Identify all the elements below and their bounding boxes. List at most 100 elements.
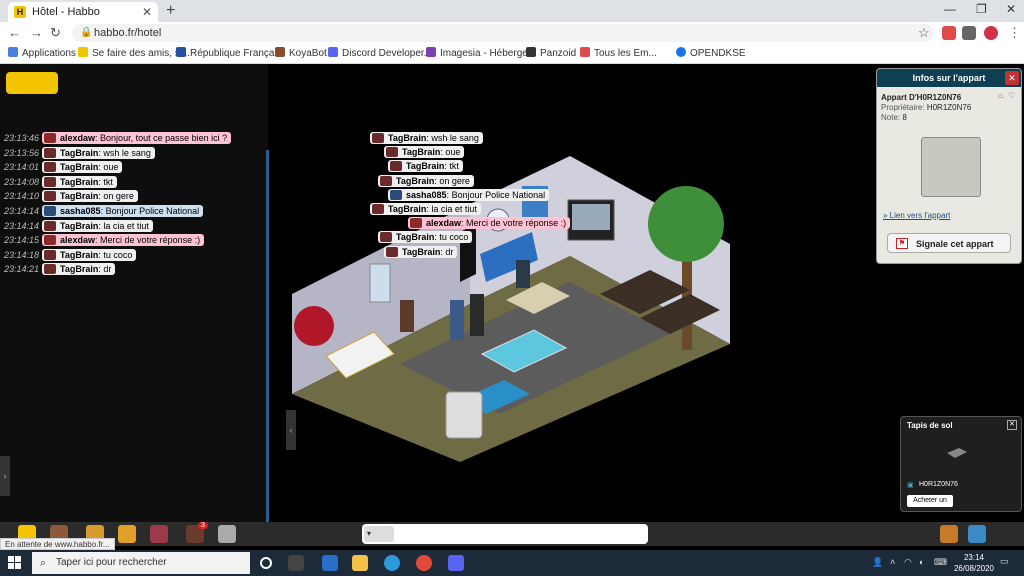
tray-chevron-icon[interactable]: ˄ xyxy=(890,557,895,567)
bookmark-item[interactable]: Tous les Em... xyxy=(580,47,657,59)
notification-badge: 3 xyxy=(198,522,208,529)
user-avatar-icon xyxy=(390,161,402,172)
chatlog-collapse-icon[interactable]: › xyxy=(0,456,10,496)
panzoid-icon xyxy=(526,47,536,57)
chat-bubble[interactable]: TagBrain: tkt xyxy=(42,175,117,188)
furni-owner[interactable]: H0R1Z0N76 xyxy=(919,481,958,488)
minimize-icon[interactable]: — xyxy=(944,2,956,16)
chat-bubble[interactable]: TagBrain: on gere xyxy=(42,190,138,203)
chatlog-line: 23:14:18 TagBrain: tu coco xyxy=(0,248,260,262)
volume-icon[interactable]: ◖ xyxy=(918,557,923,567)
reload-icon[interactable]: ↻ xyxy=(50,25,61,41)
chatlog-line: 23:14:15 alexdaw: Merci de votre réponse … xyxy=(0,234,260,247)
forward-icon[interactable]: → xyxy=(30,25,43,40)
room-scene[interactable] xyxy=(270,64,870,522)
chat-style-selector[interactable]: ▾ xyxy=(364,526,394,542)
bookmark-item[interactable]: Panzoid xyxy=(526,47,576,59)
notification-center-icon[interactable]: ▭ xyxy=(1000,556,1009,567)
chatlog-scrollbar[interactable] xyxy=(266,150,269,522)
chat-input-field[interactable]: ▾ xyxy=(362,524,648,544)
room-chat-bubble[interactable]: sasha085: Bonjour Police National xyxy=(388,188,550,201)
room-chat-bubble[interactable]: TagBrain: wsh le sang xyxy=(370,132,483,144)
chat-text: wsh le sang xyxy=(103,147,151,158)
red-plant xyxy=(294,306,334,346)
close-window-icon[interactable]: ✕ xyxy=(1006,2,1016,16)
inventory-icon[interactable] xyxy=(150,525,168,543)
chatlog-line: 23:14:01 TagBrain: oue xyxy=(0,161,260,174)
bookmark-item[interactable]: OPENDKSE xyxy=(676,47,746,59)
room-chat-bubble[interactable]: TagBrain: tu coco xyxy=(378,231,473,244)
mail-icon[interactable] xyxy=(322,555,338,571)
wifi-icon[interactable]: ◠ xyxy=(904,557,912,568)
user-avatar-icon xyxy=(410,218,422,229)
discord-taskbar-icon[interactable] xyxy=(448,555,464,571)
new-tab-button[interactable]: + xyxy=(166,2,175,20)
bookmark-item[interactable]: KoyaBot xyxy=(275,47,327,59)
chatlog-time: 23:13:46 xyxy=(4,133,40,143)
bookmark-item[interactable]: République Françai... xyxy=(176,47,285,59)
user-avatar-icon xyxy=(372,133,384,143)
chat-bubble[interactable]: TagBrain: oue xyxy=(42,161,123,174)
edge-icon[interactable] xyxy=(384,555,400,571)
bookmark-item[interactable]: Se faire des amis, s'... xyxy=(78,47,190,59)
tab-habbo[interactable]: H Hôtel - Habbo ✕ xyxy=(8,2,158,22)
room-chat-bubble[interactable]: TagBrain: tkt xyxy=(388,160,463,173)
heart-icon[interactable]: ♡ xyxy=(1008,91,1015,100)
extension-icon[interactable] xyxy=(942,26,956,40)
taskbar-search-input[interactable]: ⌕ Taper ici pour rechercher xyxy=(32,552,250,574)
buy-furni-button[interactable]: Acheter un xyxy=(907,495,953,507)
chat-text: la cia et tiut xyxy=(103,220,149,231)
chat-bubble[interactable]: TagBrain: la cia et tiut xyxy=(42,219,153,232)
room-chat-bubble[interactable]: TagBrain: dr xyxy=(384,245,458,258)
chat-bubble[interactable]: alexdaw: Merci de votre réponse :) xyxy=(42,234,205,247)
camera-icon[interactable] xyxy=(218,525,236,543)
avatar-icon[interactable] xyxy=(984,26,998,40)
chat-bubble[interactable]: alexdaw: Bonjour, tout ce passe bien ici… xyxy=(42,132,232,144)
bookmark-item[interactable]: Imagesia - Héberge... xyxy=(426,47,536,59)
tab-title: Hôtel - Habbo xyxy=(32,6,100,18)
url-field[interactable]: 🔒 habbo.fr/hotel xyxy=(72,24,934,42)
keyboard-icon[interactable]: ⌨ xyxy=(934,557,947,568)
friends-icon[interactable] xyxy=(940,525,958,543)
chat-bubble[interactable]: TagBrain: dr xyxy=(42,263,116,276)
windows-start-icon[interactable] xyxy=(8,556,22,570)
user-avatar-icon xyxy=(44,191,56,202)
maximize-icon[interactable]: ❐ xyxy=(976,2,987,16)
builders-club-icon[interactable] xyxy=(118,525,136,543)
chrome-icon[interactable] xyxy=(416,555,432,571)
cortana-icon[interactable] xyxy=(260,557,272,569)
puzzle-icon[interactable] xyxy=(962,26,976,40)
bookmark-item[interactable]: Applications xyxy=(8,47,76,59)
back-icon[interactable]: ← xyxy=(8,25,21,40)
hotel-view-button[interactable] xyxy=(6,72,58,94)
taskbar-clock[interactable]: 23:14 26/08/2020 xyxy=(954,552,994,574)
room-info-close-icon[interactable]: ✕ xyxy=(1005,71,1019,85)
room-chat-bubble[interactable]: TagBrain: oue xyxy=(384,146,465,159)
window xyxy=(369,263,391,303)
tray-people-icon[interactable]: 👤 xyxy=(872,557,883,568)
bookmark-item[interactable]: Discord Developer... xyxy=(328,47,432,59)
file-explorer-icon[interactable] xyxy=(352,555,368,571)
bookmarks-bar: Applications Se faire des amis, s'... Ré… xyxy=(0,44,1024,64)
search-friends-icon[interactable] xyxy=(968,525,986,543)
bookmark-star-icon[interactable]: ☆ xyxy=(918,25,930,41)
user-avatar-icon xyxy=(44,264,56,275)
room-owner[interactable]: H0R1Z0N76 xyxy=(927,103,971,112)
room-chat-bubble[interactable]: TagBrain: la cia et tiut xyxy=(370,203,481,215)
chat-bubble[interactable]: TagBrain: tu coco xyxy=(42,248,137,261)
menu-icon[interactable]: ⋮ xyxy=(1008,25,1021,41)
user-avatar-icon xyxy=(44,206,56,216)
home-icon[interactable]: ⌂ xyxy=(998,91,1003,100)
chat-username: TagBrain xyxy=(60,147,99,158)
chat-bubble[interactable]: sasha085: Bonjour Police National xyxy=(42,205,204,217)
room-view[interactable] xyxy=(270,64,870,522)
room-chat-bubble[interactable]: TagBrain: on gere xyxy=(378,174,474,187)
chat-bubble[interactable]: TagBrain: wsh le sang xyxy=(42,146,155,159)
task-view-icon[interactable] xyxy=(288,555,304,571)
furni-close-icon[interactable]: ✕ xyxy=(1007,420,1017,430)
report-room-button[interactable]: ⚑ Signale cet appart xyxy=(887,233,1011,253)
tab-close-icon[interactable]: ✕ xyxy=(142,2,152,22)
room-chat-bubble[interactable]: alexdaw: Merci de votre réponse :) xyxy=(408,217,571,230)
chat-text: Merci de votre réponse :) xyxy=(466,218,567,229)
room-link[interactable]: » Lien vers l'appart xyxy=(883,211,950,220)
